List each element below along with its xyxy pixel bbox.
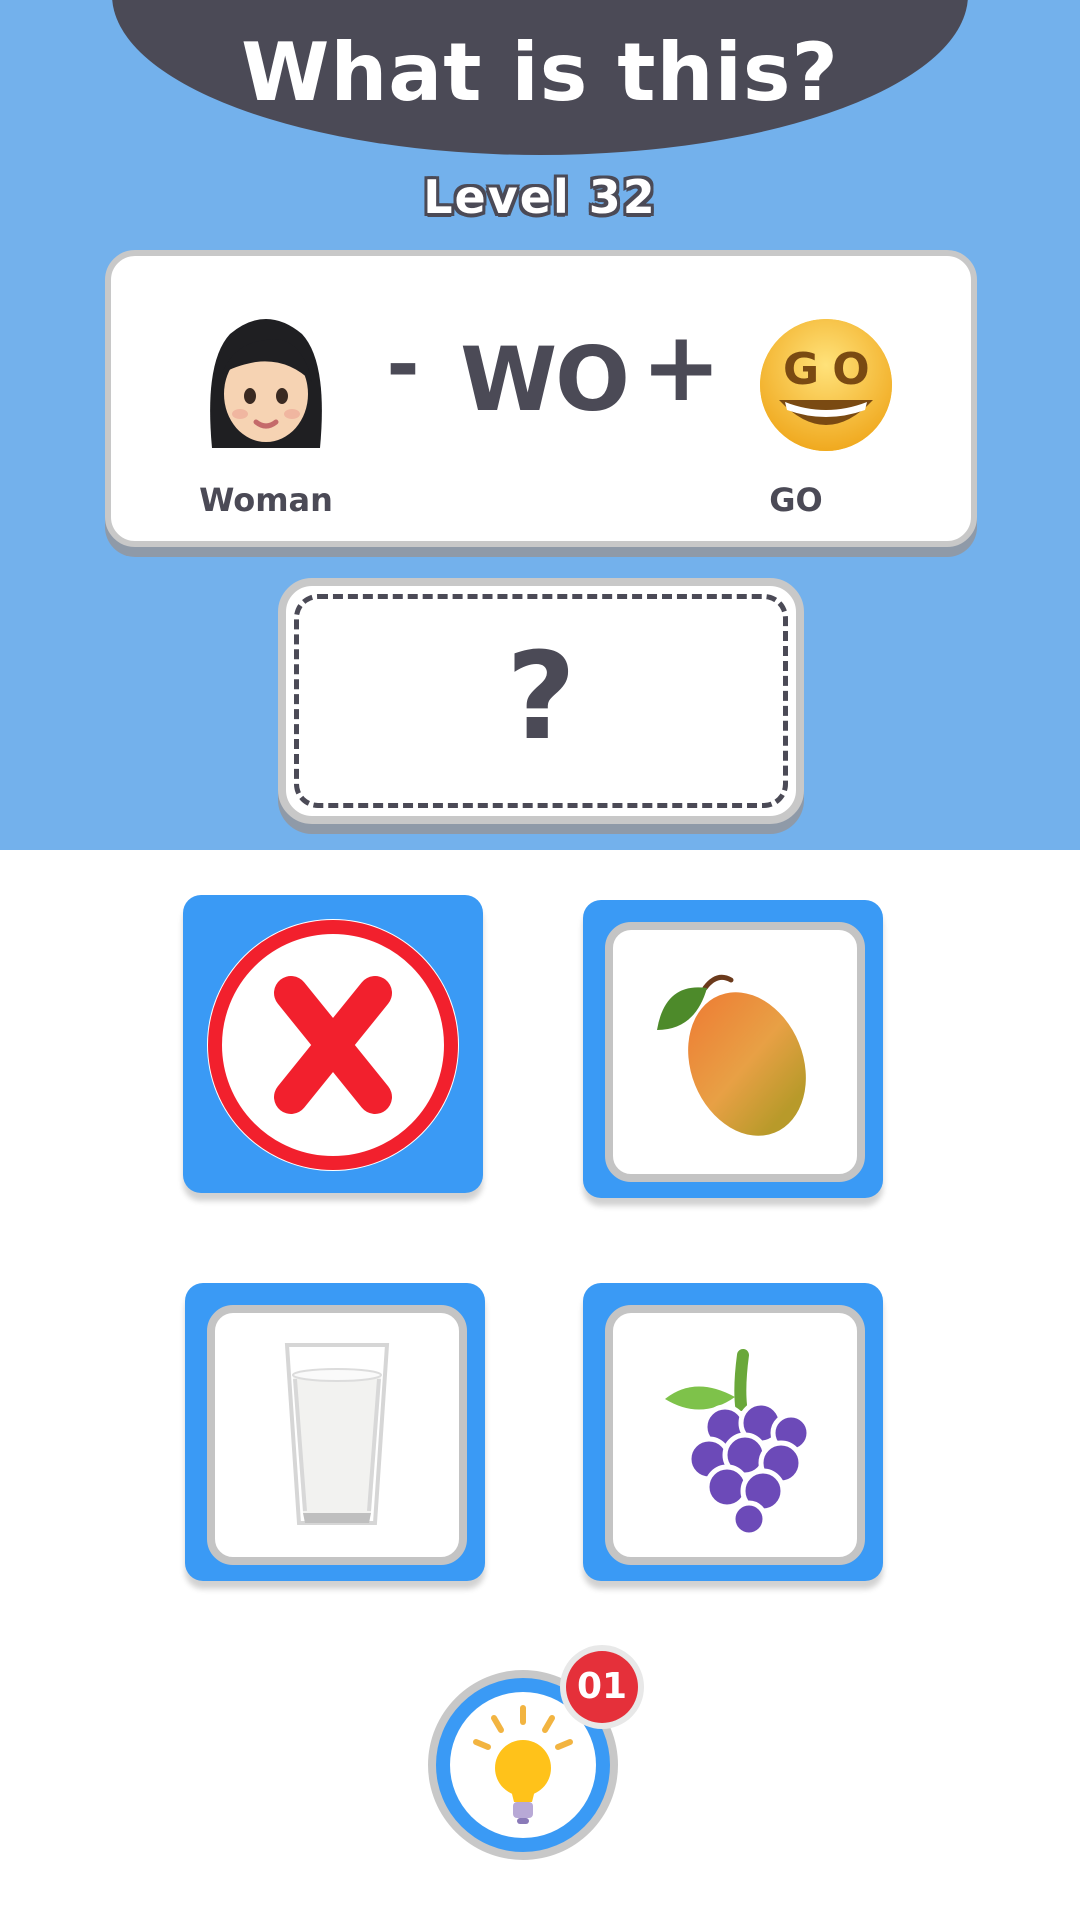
grapes-icon [665,1349,812,1535]
tile-frame [207,1305,467,1565]
plus-operator: + [641,311,722,423]
hint-count: 01 [566,1651,638,1723]
go-label: GO [769,481,823,519]
lightbulb-icon [473,1705,573,1824]
tile-frame [605,922,865,1182]
svg-text:G: G [783,344,819,395]
option-milk-button[interactable] [185,1283,485,1581]
svg-text:O: O [832,344,869,395]
go-emoji-icon: G O [754,313,898,457]
option-grapes-button[interactable] [583,1283,883,1581]
page-title: What is this? [241,26,839,119]
remove-icon [207,919,459,1171]
answer-placeholder: ? [506,628,576,767]
mango-icon [657,974,812,1142]
woman-label: Woman [199,481,333,519]
tile-frame [605,1305,865,1565]
option-remove-button[interactable] [183,895,483,1193]
level-label: Level 32 [423,170,657,224]
puzzle-card: Woman - WO + G O GO [105,250,977,547]
hint-count-badge: 01 [560,1645,644,1729]
letters-token: WO [460,328,630,431]
answer-slot[interactable]: ? [278,578,804,824]
minus-operator: - [386,318,420,411]
woman-emoji-icon [202,308,330,456]
option-mango-button[interactable] [583,900,883,1198]
puzzle-area: What is this? Level 32 Woman - WO + G O … [0,0,1080,850]
milk-glass-icon [284,1343,390,1525]
